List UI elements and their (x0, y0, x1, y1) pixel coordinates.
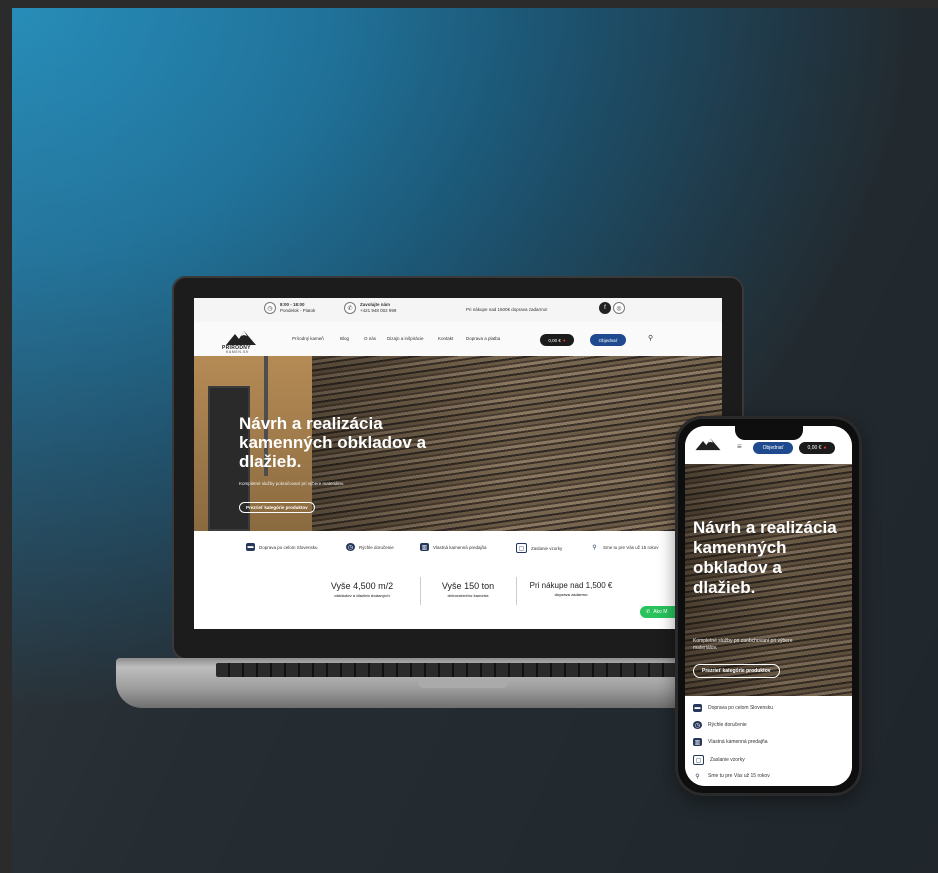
box-icon: ▢ (516, 543, 527, 553)
mountain-logo-icon[interactable] (693, 436, 723, 456)
stat-kamen: Vyše 150 ton dekoračného kameňa (422, 581, 514, 598)
cart-label: 0,00 € (548, 337, 561, 343)
store-icon: ▥ (693, 738, 702, 746)
phone-features: ▬ Doprava po celom Slovensku ◷ Rýchle doru… (685, 696, 852, 786)
feature-label: Sme tu pre Vás už 15 rokov (603, 544, 659, 550)
feature-label: Vlastná kamenná predajňa (433, 544, 487, 550)
phone-feature-label: Doprava po celom Slovensku (708, 705, 774, 711)
cart-button[interactable]: 0,00 € ● (540, 334, 574, 346)
stat-label: obkladov a dlažieb dodaných (334, 593, 390, 598)
logo-sub: KAMEN.SK (226, 350, 249, 354)
hero-categories-button[interactable]: Prezrieť kategórie produktov (239, 502, 315, 513)
feature-label: Rýchle doručenie (359, 544, 394, 550)
phone-hero-title: Návrh a realizácia kamenných obkladov a … (693, 518, 837, 597)
laptop-features: ▬ Doprava po celom Slovensku ◷ Rýchle doru… (194, 531, 722, 563)
contact-sub: +421 948 002 999 (360, 308, 397, 313)
stat-obklady: Vyše 4,500 m/2 obkladov a dlažieb dodanýc… (306, 581, 418, 598)
nav-item-kontakt[interactable]: Kontakt (438, 336, 453, 341)
hours-sub: Pondelok - Piatok (280, 308, 316, 313)
phone-icon: ✆ (344, 302, 356, 314)
feature-fast-delivery: ◷ Rýchle doručenie (346, 543, 394, 551)
stat-doprava: Pri nákupe nad 1,500 € doprava zadarmo (516, 581, 626, 597)
feature-label: Doprava po celom Slovensku (259, 544, 318, 550)
hours-block: ◷ 8:00 - 18:00 Pondelok - Piatok (264, 302, 315, 314)
laptop-navbar: PRÍRODNÝ KAMEN.SK Prírodný kameň Blog O … (194, 322, 722, 357)
laptop-keyboard (216, 663, 696, 677)
phone-feature-store: ▥ Vlastná kamenná predajňa (693, 738, 768, 746)
feature-label: Zaslanie vzorky (531, 545, 563, 551)
phone-cart-button[interactable]: 0,00 € ● (799, 442, 835, 454)
hero-title: Návrh a realizácia kamenných obkladov a … (239, 414, 427, 471)
order-button[interactable]: Objednať (590, 334, 626, 346)
phone-hero-button[interactable]: Prezrieť kategórie produktov (693, 664, 780, 678)
nav-item-doprava[interactable]: Doprava a platba (466, 336, 500, 341)
hamburger-menu-icon[interactable]: ≡ (737, 442, 742, 451)
pin-icon: ⚲ (590, 543, 599, 551)
shipping-note: Pri nákupe nad 1500€ doprava zadarmo! (466, 307, 548, 312)
stat-divider (420, 577, 421, 605)
pin-icon: ⚲ (693, 772, 702, 780)
phone-device: ≡ Objednať 0,00 € ● Návrh a realizácia ka… (675, 416, 862, 796)
feature-sample: ▢ Zaslanie vzorky (516, 543, 562, 553)
whatsapp-label: Ako M (653, 609, 668, 615)
phone-hero-subtitle: Kompletné služby pri zaobchovaní pri výb… (693, 638, 793, 651)
phone-notch (735, 426, 803, 440)
clock-icon: ◷ (264, 302, 276, 314)
feature-years: ⚲ Sme tu pre Vás už 15 rokov (590, 543, 659, 551)
box-icon: ▢ (693, 755, 704, 765)
instagram-icon[interactable]: ◎ (613, 302, 625, 314)
laptop-topbar: ◷ 8:00 - 18:00 Pondelok - Piatok ✆ Zavola… (194, 298, 722, 322)
laptop-screen: ◷ 8:00 - 18:00 Pondelok - Piatok ✆ Zavola… (194, 298, 722, 629)
nav-item-dizajn[interactable]: Dizajn a inšpirácie (387, 336, 424, 341)
whatsapp-icon: ✆ (646, 609, 651, 615)
phone-feature-label: Rýchle doručenie (708, 722, 747, 728)
stat-value: Vyše 4,500 m/2 (330, 581, 394, 591)
phone-feature-shipping: ▬ Doprava po celom Slovensku (693, 704, 773, 712)
stat-value: Pri nákupe nad 1,500 € (529, 581, 613, 590)
mockup-background: ◷ 8:00 - 18:00 Pondelok - Piatok ✆ Zavola… (12, 8, 938, 873)
phone-hero: Návrh a realizácia kamenných obkladov a … (685, 464, 852, 696)
nav-item-prirodny-kamen[interactable]: Prírodný kameň (292, 336, 324, 341)
laptop-lid: ◷ 8:00 - 18:00 Pondelok - Piatok ✆ Zavola… (172, 276, 744, 660)
clock-icon: ◷ (346, 543, 355, 551)
facebook-icon[interactable]: f (599, 302, 611, 314)
stat-label: doprava zadarmo (554, 592, 588, 597)
feature-store: ▥ Vlastná kamenná predajňa (420, 543, 487, 551)
phone-feature-years: ⚲ Sme tu pre Vás už 15 rokov (693, 772, 770, 780)
cart-icon: ● (823, 445, 827, 451)
phone-feature-sample: ▢ Zaslanie vzorky (693, 755, 745, 765)
phone-order-button[interactable]: Objednať (753, 442, 793, 454)
social-links: f ◎ (599, 302, 625, 314)
feature-shipping: ▬ Doprava po celom Slovensku (246, 543, 318, 551)
clock-icon: ◷ (693, 721, 702, 729)
stat-value: Vyše 150 ton (441, 581, 495, 591)
phone-cart-label: 0,00 € (807, 445, 822, 451)
laptop-trackpad (418, 680, 508, 688)
store-icon: ▥ (420, 543, 429, 551)
phone-feature-fast-delivery: ◷ Rýchle doručenie (693, 721, 747, 729)
laptop-stats: Vyše 4,500 m/2 obkladov a dlažieb dodanýc… (194, 563, 722, 629)
phone-screen: ≡ Objednať 0,00 € ● Návrh a realizácia ka… (685, 426, 852, 786)
cart-icon: ● (562, 337, 566, 343)
truck-icon: ▬ (693, 704, 702, 712)
hero-subtitle: Kompletné služby pokračovaní pri výbere … (239, 481, 345, 486)
laptop-hero: Návrh a realizácia kamenných obkladov a … (194, 356, 722, 531)
phone-feature-label: Sme tu pre Vás už 15 rokov (708, 773, 770, 779)
nav-item-blog[interactable]: Blog (340, 336, 349, 341)
truck-icon: ▬ (246, 543, 255, 551)
search-icon[interactable]: ⚲ (648, 334, 653, 342)
contact-block[interactable]: ✆ Zavolajte nám +421 948 002 999 (344, 302, 396, 314)
phone-feature-label: Vlastná kamenná predajňa (708, 739, 768, 745)
phone-feature-label: Zaslanie vzorky (710, 757, 745, 763)
stat-label: dekoračného kameňa (447, 593, 489, 598)
nav-item-o-nas[interactable]: O nás (364, 336, 376, 341)
